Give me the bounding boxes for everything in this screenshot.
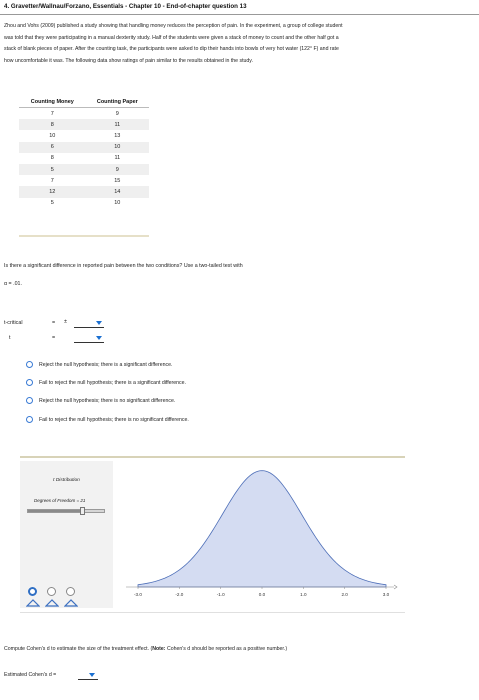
problem-text-line: stack of blank pieces of paper. After th…	[4, 46, 339, 52]
problem-text-line: Zhou and Vohs (2009) published a study s…	[4, 23, 343, 29]
cohen-question-text: Compute Cohen's d to estimate the size o…	[4, 646, 153, 652]
radio-button[interactable]	[26, 397, 33, 404]
cell-money: 5	[19, 163, 86, 176]
table-row: 8 11	[19, 153, 149, 164]
x-tick-label: 2.0	[341, 592, 348, 597]
right-tail-icon	[64, 599, 78, 607]
cohen-question: Compute Cohen's d to estimate the size o…	[4, 646, 287, 652]
option-4[interactable]: Fail to reject the null hypothesis; ther…	[26, 416, 189, 423]
radio-button[interactable]	[26, 379, 33, 386]
table-row: 5 10	[19, 198, 149, 209]
chevron-down-icon[interactable]	[96, 321, 102, 325]
option-label: Fail to reject the null hypothesis; ther…	[39, 416, 189, 423]
t-distribution-widget: t Distribution Degrees of Freedom = 21 -…	[20, 456, 405, 611]
question-text: Is there a significant difference in rep…	[4, 263, 243, 269]
table-bottom-rule	[19, 235, 149, 237]
widget-bottom-rule	[20, 612, 405, 613]
column-header-paper: Counting Paper	[85, 96, 149, 108]
alpha-level: α = .01.	[4, 281, 22, 287]
cell-money: 5	[50, 200, 54, 207]
chevron-down-icon[interactable]	[89, 673, 95, 677]
x-tick-label: 1.0	[300, 592, 307, 597]
widget-title: t Distribution	[53, 478, 80, 483]
question-title: 4. Gravetter/Wallnau/Forzano, Essentials…	[4, 3, 247, 10]
column-header-money: Counting Money	[19, 96, 86, 108]
radio-button[interactable]	[26, 416, 33, 423]
tail-radio-left[interactable]	[47, 587, 56, 596]
table-row: 10 13	[19, 130, 149, 141]
table-row: 8 11	[19, 119, 149, 131]
df-slider[interactable]	[27, 507, 105, 515]
option-label: Reject the null hypothesis; there is a s…	[39, 361, 173, 368]
cohen-d-label: Estimated Cohen's d =	[4, 672, 57, 678]
slider-fill	[28, 510, 83, 512]
cell-paper: 15	[114, 177, 121, 184]
cell-paper: 9	[115, 110, 119, 117]
cell-paper: 14	[85, 186, 149, 198]
cell-paper: 10	[114, 200, 121, 207]
table-row: 6 10	[19, 141, 149, 153]
x-tick-label: 3.0	[383, 592, 390, 597]
t-distribution-chart: -3.0 -2.0 -1.0 0.0 1.0 2.0 3.0	[126, 470, 398, 597]
problem-text-line: was told that they were participating in…	[4, 34, 339, 41]
cell-paper: 11	[114, 155, 121, 162]
df-label: Degrees of Freedom = 21	[34, 498, 86, 503]
radio-button[interactable]	[26, 361, 33, 368]
divider	[0, 14, 479, 15]
cohen-d-dropdown[interactable]	[78, 670, 98, 680]
x-tick-label: -1.0	[217, 592, 225, 597]
cell-money: 7	[50, 110, 54, 117]
equals-sign: =	[52, 335, 56, 341]
cell-paper: 10	[85, 141, 149, 153]
t-critical-label: t-critical	[4, 320, 23, 326]
equals-sign: =	[52, 320, 56, 326]
cell-paper: 9	[85, 163, 149, 176]
option-3[interactable]: Reject the null hypothesis; there is no …	[26, 397, 175, 404]
cell-paper: 13	[114, 132, 121, 139]
plus-minus-sign: ±	[64, 319, 67, 325]
x-tick-label: 0.0	[259, 592, 266, 597]
cell-money: 7	[50, 177, 54, 184]
problem-text-line: how uncomfortable it was. The following …	[4, 57, 253, 64]
cell-money: 8	[19, 119, 86, 131]
slider-thumb[interactable]	[80, 507, 85, 515]
axis-arrow-icon	[393, 584, 398, 590]
problem-text: Zhou and Vohs (2009) published a study s…	[4, 21, 476, 67]
table-row: 12 14	[19, 186, 149, 198]
chevron-down-icon[interactable]	[96, 336, 102, 340]
option-label: Reject the null hypothesis; there is no …	[39, 397, 176, 404]
note-label: Note:	[152, 646, 166, 652]
option-label: Fail to reject the null hypothesis; ther…	[39, 379, 186, 386]
widget-top-rule	[20, 456, 405, 458]
two-tail-icon	[26, 599, 40, 607]
cell-paper: 11	[85, 119, 149, 131]
data-table: Counting Money Counting Paper 7 9 8 11 10 13 6…	[19, 96, 149, 209]
tail-radio-two[interactable]	[28, 587, 37, 596]
option-2[interactable]: Fail to reject the null hypothesis; ther…	[26, 379, 186, 386]
cell-money: 10	[49, 132, 56, 139]
left-tail-icon	[45, 599, 59, 607]
cell-money: 12	[19, 186, 86, 198]
table-row: 59	[19, 163, 149, 176]
table-row: 7 15	[19, 175, 149, 186]
cohen-question-text: Cohen's d should be reported as a positi…	[165, 646, 288, 652]
cell-money: 8	[50, 155, 54, 162]
table-row: 79	[19, 108, 149, 120]
x-tick-label: -2.0	[175, 592, 183, 597]
distribution-curve	[137, 470, 387, 588]
control-panel: t Distribution Degrees of Freedom = 21	[20, 461, 113, 608]
x-tick-label: -3.0	[134, 592, 142, 597]
tail-radio-right[interactable]	[66, 587, 75, 596]
cell-money: 6	[19, 141, 86, 153]
t-statistic-label: t	[9, 335, 11, 341]
option-1[interactable]: Reject the null hypothesis; there is a s…	[26, 361, 172, 368]
